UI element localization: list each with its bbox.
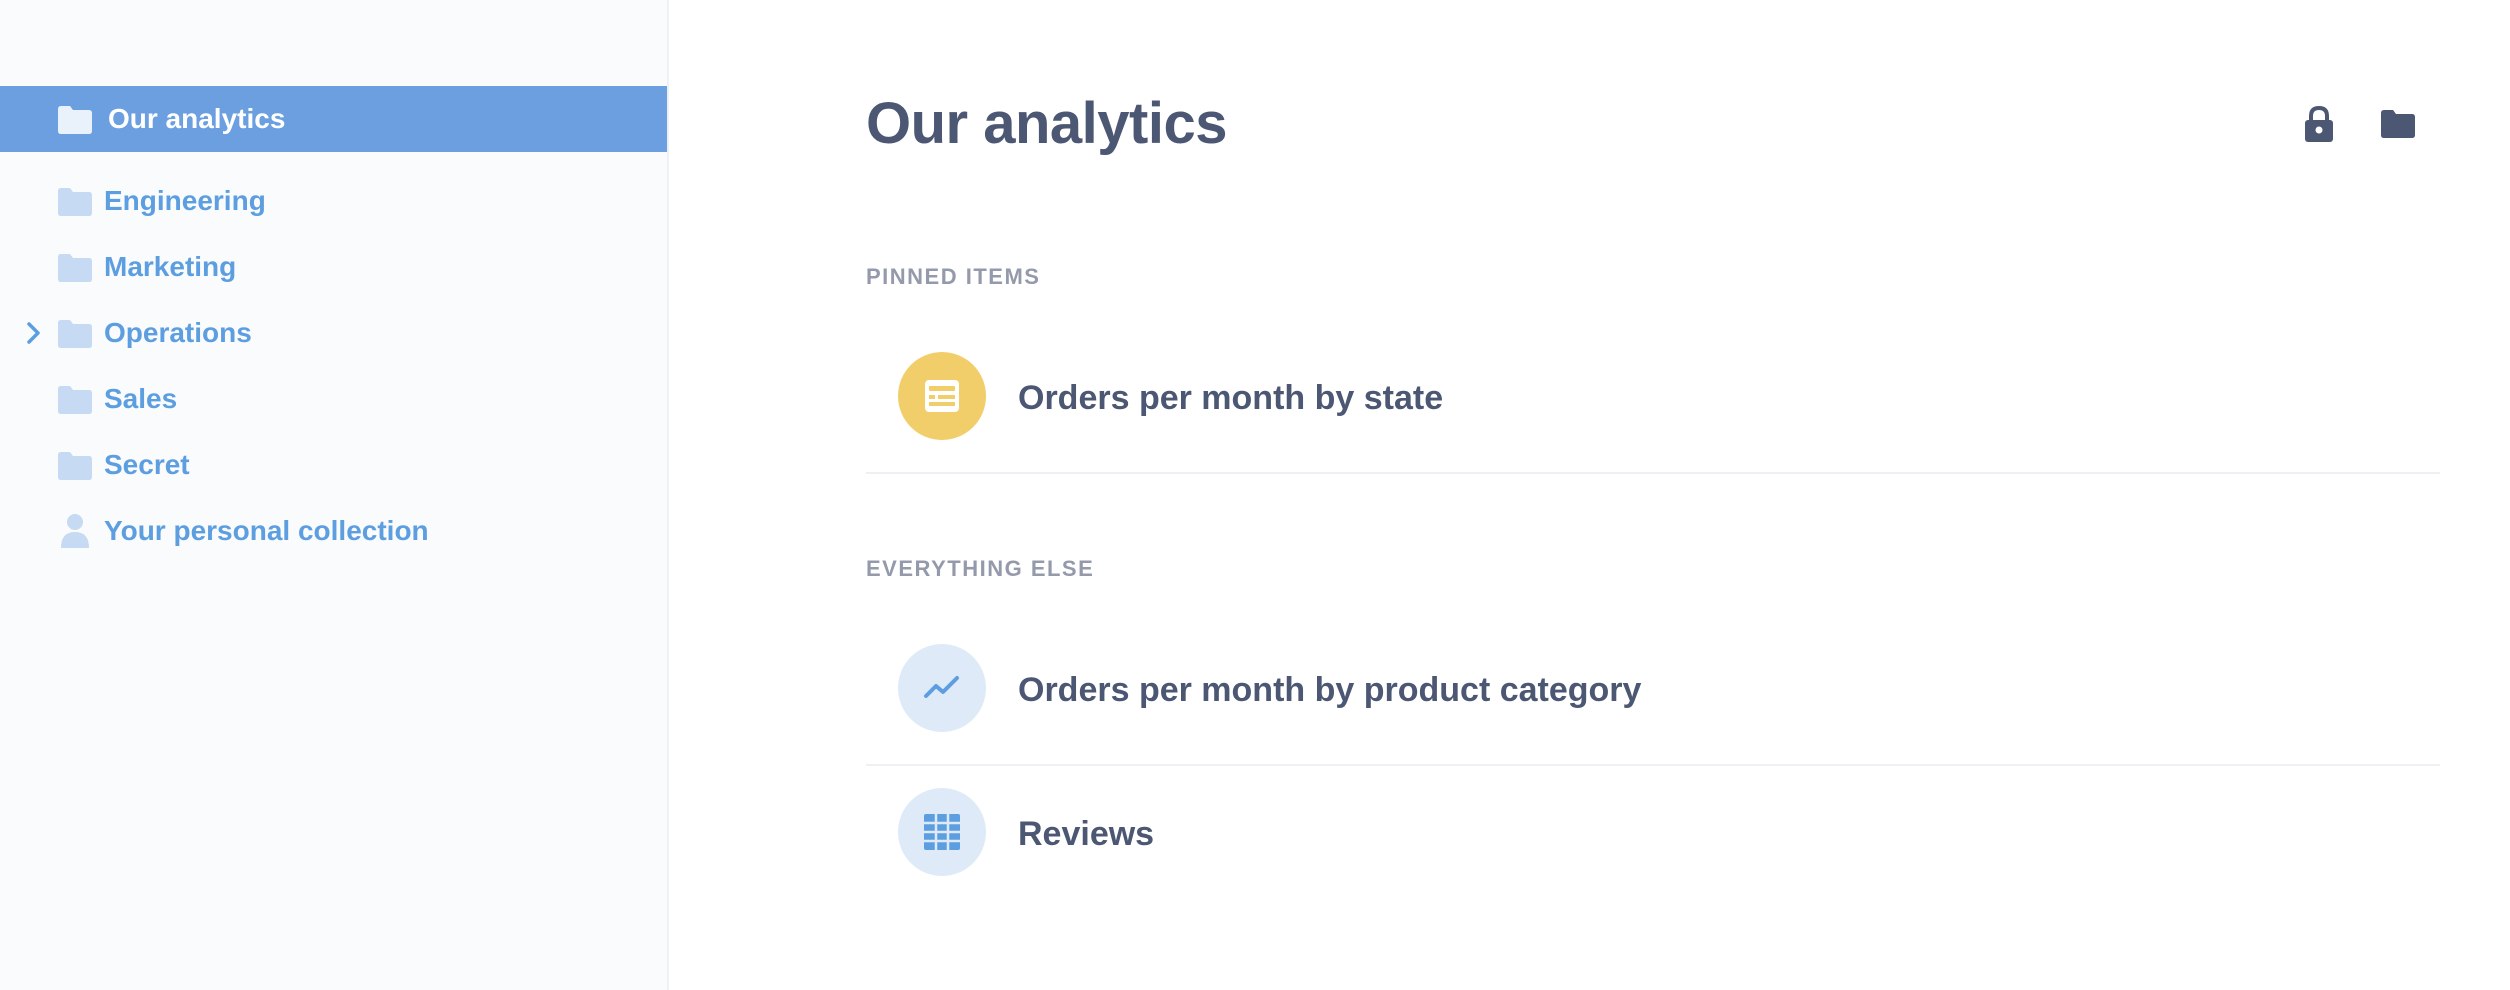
- sidebar-item-label: Secret: [104, 449, 190, 480]
- folder-icon: [58, 254, 92, 282]
- line-chart-icon: [924, 676, 959, 698]
- sidebar-item-label: Your personal collection: [104, 515, 429, 546]
- sidebar-item-label: Engineering: [104, 185, 266, 216]
- grid-table-icon: [924, 814, 960, 850]
- lock-icon[interactable]: [2303, 106, 2335, 142]
- item-icon-badge: [898, 352, 986, 440]
- sidebar: Our analytics Engineering Marketing Oper…: [0, 0, 669, 990]
- sidebar-item-our-analytics[interactable]: Our analytics: [0, 86, 667, 152]
- folder-icon: [58, 106, 92, 134]
- pinned-item[interactable]: Orders per month by state: [866, 330, 2440, 474]
- item-icon-badge: [898, 788, 986, 876]
- folder-icon: [58, 320, 92, 348]
- folder-icon: [58, 386, 92, 414]
- item-icon-badge: [898, 644, 986, 732]
- person-icon: [61, 514, 89, 548]
- list-item[interactable]: Orders per month by product category: [866, 622, 2440, 766]
- sidebar-item-label: Sales: [104, 383, 178, 414]
- sidebar-item-label: Marketing: [104, 251, 237, 282]
- chevron-right-icon[interactable]: [22, 321, 46, 345]
- list-item[interactable]: Reviews: [866, 766, 2440, 910]
- item-name: Reviews: [1018, 815, 1155, 853]
- sidebar-item-label: Our analytics: [108, 103, 286, 134]
- sidebar-item-engineering[interactable]: Engineering: [0, 168, 667, 234]
- item-name: Orders per month by state: [1018, 379, 1444, 417]
- everything-else-heading: EVERYTHING ELSE: [866, 556, 1095, 581]
- pinned-items-heading: PINNED ITEMS: [866, 264, 1041, 289]
- sidebar-item-secret[interactable]: Secret: [0, 432, 667, 498]
- folder-icon[interactable]: [2381, 110, 2415, 138]
- dashboard-icon: [925, 380, 959, 412]
- sidebar-item-marketing[interactable]: Marketing: [0, 234, 667, 300]
- sidebar-item-operations[interactable]: Operations: [0, 300, 667, 366]
- sidebar-item-sales[interactable]: Sales: [0, 366, 667, 432]
- page-title: Our analytics: [866, 91, 1227, 156]
- sidebar-item-label: Operations: [104, 317, 252, 348]
- folder-icon: [58, 188, 92, 216]
- sidebar-item-personal-collection[interactable]: Your personal collection: [0, 498, 667, 564]
- item-name: Orders per month by product category: [1018, 671, 1642, 709]
- folder-icon: [58, 452, 92, 480]
- collection-content: Our analytics PINNED ITEMS Orders per mo…: [669, 0, 2510, 990]
